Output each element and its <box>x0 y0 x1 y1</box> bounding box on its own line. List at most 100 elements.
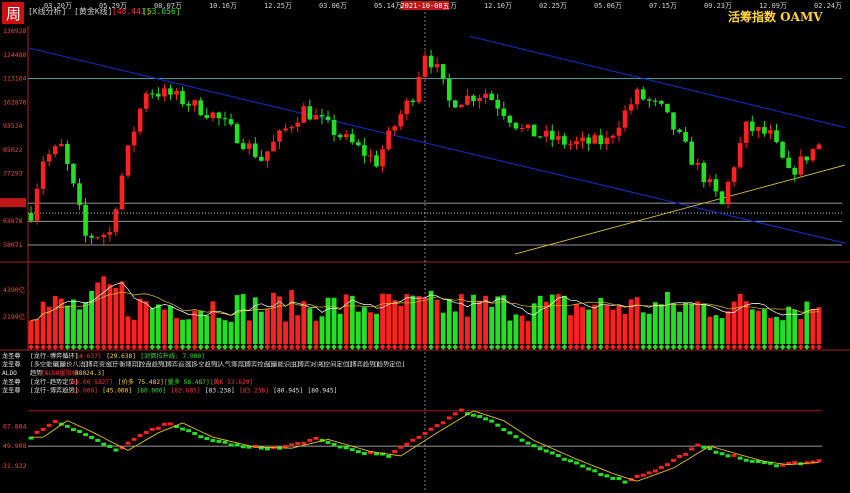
volume-bar <box>452 311 458 344</box>
panel-row-item: [对倒拉升线: 7.000] <box>140 352 204 360</box>
panel-row-item: [-14.637] <box>68 353 102 360</box>
candle-body <box>156 93 161 97</box>
candle-body <box>95 237 101 239</box>
volume-bar <box>52 296 58 344</box>
candle-body <box>507 115 513 123</box>
volume-bar <box>422 297 428 344</box>
volume-bar <box>646 313 652 344</box>
indicator-step-mark <box>452 412 458 416</box>
indicator-step-mark <box>471 413 476 417</box>
volume-bar <box>313 320 319 344</box>
candle-body <box>756 127 761 131</box>
candle-body <box>392 126 397 131</box>
volume-bar <box>555 294 561 344</box>
candle-body <box>525 124 531 129</box>
candle-body <box>774 130 779 142</box>
volume-bar <box>283 321 289 344</box>
volume-bar <box>210 301 216 344</box>
indicator-step-mark <box>216 439 222 443</box>
panel-row-item: [80.945] <box>308 387 338 394</box>
panel-row-item: [趋势定位] <box>373 361 405 369</box>
volume-bar <box>798 318 804 344</box>
volume-bar <box>277 296 282 344</box>
indicator-step-mark <box>422 431 428 435</box>
indicator-step-mark <box>143 431 149 435</box>
volume-bar <box>495 296 501 344</box>
indicator-step-mark <box>477 414 482 418</box>
candle-body <box>810 149 816 161</box>
panel-row-name: 龙圣尊 <box>2 386 21 394</box>
candle-body <box>234 124 240 144</box>
volume-bar <box>295 315 301 344</box>
volume-bar <box>374 313 379 344</box>
indicator-step-mark <box>483 417 489 421</box>
indicator-step-mark <box>410 438 416 442</box>
candle-body <box>228 119 234 125</box>
indicator-tick-label: 67.884 <box>3 422 27 430</box>
indicator-step-mark <box>240 445 246 449</box>
indicator-step-mark <box>501 428 507 432</box>
panel-row-item: [80.000] <box>137 387 167 394</box>
indicator-step-mark <box>719 452 725 456</box>
indicator-step-mark <box>101 442 107 446</box>
indicator-step-mark <box>416 435 422 439</box>
volume-bar <box>131 319 137 344</box>
indicator-step-mark <box>34 430 40 434</box>
volume-bar <box>616 305 622 344</box>
indicator-step-mark <box>568 459 573 463</box>
current-price-box <box>0 198 26 208</box>
indicator-step-mark <box>125 441 131 445</box>
indicator-step-mark <box>713 450 719 454</box>
volume-bar <box>149 308 155 344</box>
date-tick-label: 03.20万 <box>44 2 72 10</box>
volume-bar <box>240 294 246 344</box>
price-tick-label: 124480 <box>3 51 27 59</box>
indicator-step-mark <box>198 435 204 439</box>
volume-bar <box>186 319 192 344</box>
volume-tick-label: 4390亿 <box>3 285 26 294</box>
candle-body <box>71 163 76 184</box>
indicator-step-mark <box>622 480 628 484</box>
candle-body <box>725 181 731 205</box>
candle-body <box>125 145 131 176</box>
indicator-step-mark <box>513 435 519 439</box>
volume-bar <box>786 306 792 344</box>
volume-bar <box>40 301 46 344</box>
volume-bar <box>137 298 143 344</box>
volume-bar <box>271 292 276 344</box>
volume-bar <box>368 312 373 344</box>
indicator-step-mark <box>574 461 579 465</box>
candle-body <box>731 167 737 182</box>
candle-body <box>301 106 307 123</box>
volume-bar <box>361 307 367 344</box>
candle-body <box>222 118 228 120</box>
indicator-step-mark <box>440 421 446 425</box>
date-tick-label: 12.10万 <box>484 2 512 10</box>
candle-body <box>240 143 246 149</box>
indicator-step-mark <box>404 442 410 446</box>
volume-bar <box>658 304 664 344</box>
date-tick-label: 02.25万 <box>539 2 567 10</box>
indicator-step-mark <box>731 453 737 457</box>
volume-bar <box>77 309 82 344</box>
candle-body <box>398 114 404 127</box>
candle-body <box>65 143 70 164</box>
indicator-step-mark <box>652 469 658 473</box>
candle-body <box>665 103 670 113</box>
indicator-step-mark <box>137 433 143 437</box>
indicator-step-mark <box>325 440 331 444</box>
volume-bar <box>307 308 313 344</box>
candle-body <box>549 130 555 140</box>
volume-bar <box>640 312 646 344</box>
candle-body <box>580 137 585 142</box>
candle-body <box>283 128 288 131</box>
indicator-step-mark <box>89 435 95 439</box>
volume-bar <box>701 303 707 344</box>
candle-body <box>531 124 537 137</box>
volume-bar <box>707 316 713 344</box>
candle-body <box>210 112 216 118</box>
candle-body <box>319 115 325 117</box>
candle-body <box>616 127 622 136</box>
indicator-step-mark <box>671 458 676 462</box>
candle-body <box>737 142 743 168</box>
